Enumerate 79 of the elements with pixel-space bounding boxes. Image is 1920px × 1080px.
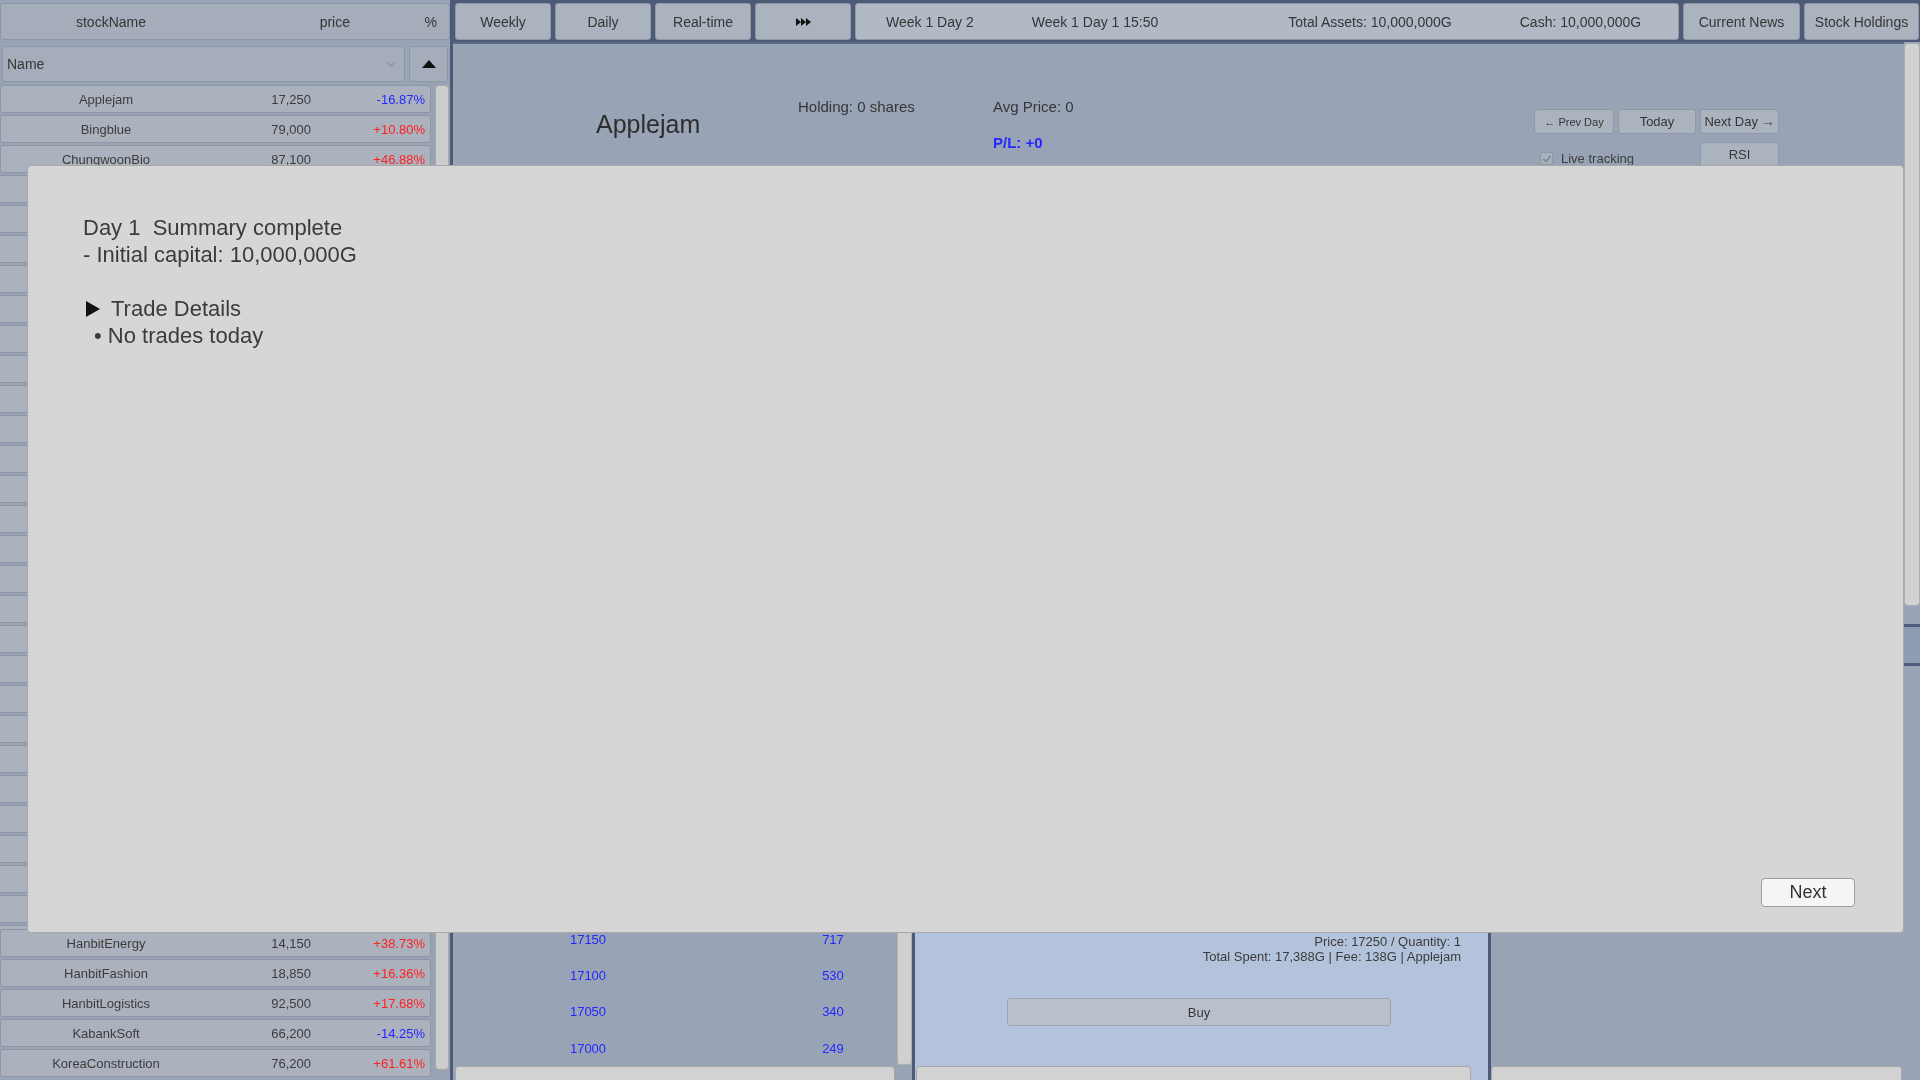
- time-label: Week 1 Day 1 15:50: [1031, 13, 1159, 30]
- price-change: +61.61%: [373, 1055, 425, 1071]
- next-button[interactable]: Next: [1761, 878, 1855, 907]
- profit-loss-text: P/L: +0: [993, 134, 1044, 152]
- panel-button[interactable]: [916, 1066, 1471, 1080]
- stock-price: 66,200: [271, 1025, 311, 1041]
- panel-button[interactable]: [455, 1066, 895, 1080]
- triangle-up-icon: [421, 60, 436, 68]
- stock-price: 76,200: [271, 1055, 311, 1071]
- trade-item-text: • No trades today: [94, 322, 264, 349]
- stock-price: 17,250: [271, 91, 311, 107]
- stock-name: HanbitLogistics: [61, 995, 151, 1011]
- buy-button[interactable]: Buy: [1007, 998, 1391, 1026]
- stock-row[interactable]: KoreaConstruction 76,200 +61.61%: [0, 1049, 431, 1077]
- order-summary-text: Total Spent: 17,388G | Fee: 138G | Applejam: [1201, 949, 1461, 964]
- price-change: +38.73%: [373, 935, 425, 951]
- view-tab[interactable]: Real-time: [655, 3, 751, 40]
- price-change: -14.25%: [376, 1025, 425, 1041]
- stock-row[interactable]: Bingblue 79,000 +10.80%: [0, 115, 431, 143]
- order-price: 17050: [568, 1004, 608, 1020]
- chevron-down-icon: [386, 61, 396, 67]
- view-tab[interactable]: Weekly: [455, 3, 551, 40]
- view-tab[interactable]: Daily: [555, 3, 651, 40]
- stock-price: 18,850: [271, 965, 311, 981]
- stock-name: HanbitEnergy: [66, 935, 146, 951]
- day-nav-button[interactable]: ← Prev Day: [1534, 109, 1614, 134]
- order-price: 17150: [568, 931, 608, 947]
- stock-name: HanbitFashion: [64, 965, 148, 981]
- fast-forward-button[interactable]: [755, 3, 851, 40]
- scrollbar[interactable]: [1904, 43, 1920, 606]
- indicator-button[interactable]: RSI: [1700, 142, 1779, 167]
- day-nav-button[interactable]: Next Day →: [1700, 109, 1779, 134]
- price-change: +17.68%: [373, 995, 425, 1011]
- sort-order-button[interactable]: [409, 46, 448, 82]
- price-change: +46.88%: [373, 151, 425, 167]
- panel-button[interactable]: [1491, 1066, 1902, 1080]
- holding-text: Holding: 0 shares: [798, 98, 916, 116]
- header-button[interactable]: Current News: [1683, 3, 1800, 40]
- order-quantity: 717: [821, 931, 845, 947]
- price-change: -16.87%: [376, 91, 425, 107]
- summary-text: - Initial capital: 10,000,000G: [83, 241, 357, 268]
- stock-name: KoreaConstruction: [52, 1055, 160, 1071]
- total-assets-label: Total Assets: 10,000,000G: [1288, 13, 1452, 30]
- cash-label: Cash: 10,000,000G: [1519, 13, 1642, 30]
- order-summary-text: Price: 17250 / Quantity: 1: [1313, 934, 1461, 949]
- section-title: Trade Details: [111, 295, 241, 322]
- stock-price: 92,500: [271, 995, 311, 1011]
- stock-name: Bingblue: [80, 121, 132, 137]
- order-quantity: 340: [821, 1004, 845, 1020]
- order-price: 17000: [568, 1040, 608, 1056]
- order-quantity: 249: [821, 1040, 845, 1056]
- stock-row[interactable]: HanbitFashion 18,850 +16.36%: [0, 959, 431, 987]
- stock-price: 14,150: [271, 935, 311, 951]
- fast-forward-icon: [795, 17, 811, 26]
- order-quantity: 530: [821, 967, 845, 983]
- stock-price: 87,100: [271, 151, 311, 167]
- column-header: %: [424, 13, 437, 30]
- stock-row[interactable]: Applejam 17,250 -16.87%: [0, 85, 431, 113]
- checkbox[interactable]: [1540, 152, 1553, 165]
- column-header: stockName: [76, 13, 146, 30]
- summary-text: Day 1 Summary complete: [83, 214, 343, 241]
- triangle-icon: [86, 300, 100, 317]
- price-change: +16.36%: [373, 965, 425, 981]
- stock-row[interactable]: HanbitLogistics 92,500 +17.68%: [0, 989, 431, 1017]
- stock-name: Applejam: [78, 91, 134, 107]
- header-button[interactable]: Stock Holdings: [1804, 3, 1919, 40]
- sort-dropdown[interactable]: Name: [2, 46, 405, 82]
- price-change: +10.80%: [373, 121, 425, 137]
- stock-name: KabankSoft: [72, 1025, 140, 1041]
- checkbox-label: Live tracking: [1561, 151, 1634, 166]
- stock-row[interactable]: KabankSoft 66,200 -14.25%: [0, 1019, 431, 1047]
- order-price: 17100: [568, 967, 608, 983]
- stock-title: Applejam: [596, 109, 702, 139]
- stock-name: ChungwoonBio: [61, 151, 151, 167]
- column-header: price: [319, 13, 350, 30]
- day-nav-button[interactable]: Today: [1618, 109, 1696, 134]
- day-label: Week 1 Day 2: [886, 13, 974, 30]
- avg-price-text: Avg Price: 0: [993, 98, 1074, 116]
- stock-price: 79,000: [271, 121, 311, 137]
